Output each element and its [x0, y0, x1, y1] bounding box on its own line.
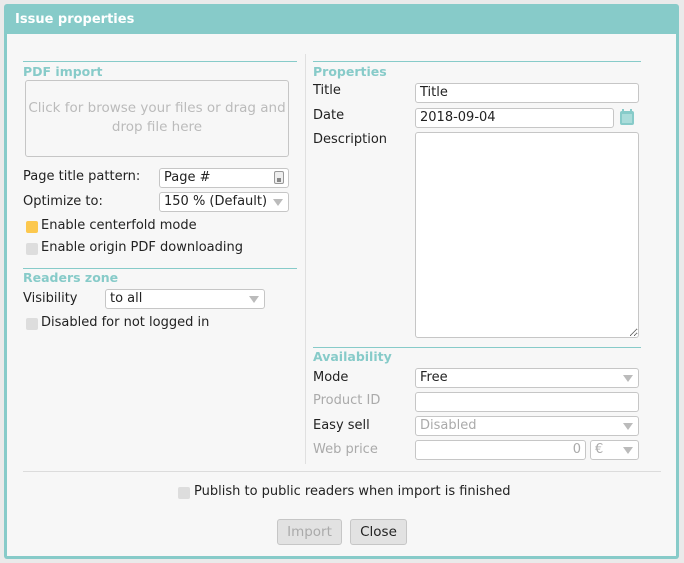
web-price-label: Web price	[313, 442, 378, 457]
chevron-down-icon	[623, 423, 633, 430]
easy-sell-value: Disabled	[420, 418, 477, 433]
chevron-down-icon	[273, 199, 283, 206]
disabled-not-logged-checkbox[interactable]	[26, 318, 38, 330]
page-title-pattern-value: Page #	[164, 170, 211, 185]
product-id-input[interactable]	[415, 392, 639, 412]
dialog-title: Issue properties	[15, 12, 135, 27]
title-label: Title	[313, 83, 341, 98]
easy-sell-select[interactable]: Disabled	[415, 416, 639, 436]
mode-value: Free	[420, 370, 448, 385]
pdf-import-heading: PDF import	[23, 64, 103, 79]
properties-heading: Properties	[313, 64, 387, 79]
readers-zone-heading: Readers zone	[23, 270, 119, 285]
optimize-value: 150 % (Default)	[164, 194, 268, 209]
currency-select[interactable]: €	[590, 440, 639, 460]
optimize-select[interactable]: 150 % (Default)	[159, 192, 289, 212]
properties-divider	[313, 61, 641, 62]
date-label: Date	[313, 108, 345, 123]
issue-properties-dialog: Issue properties PDF import Click for br…	[4, 4, 679, 559]
column-divider	[305, 54, 306, 464]
description-textarea[interactable]	[415, 132, 639, 338]
origin-pdf-checkbox[interactable]	[26, 243, 38, 255]
calendar-icon[interactable]	[620, 109, 634, 125]
mode-select[interactable]: Free	[415, 368, 639, 388]
pdf-dropzone[interactable]: Click for browse your files or drag and …	[25, 80, 289, 157]
pattern-tag-icon[interactable]	[274, 171, 284, 184]
origin-pdf-label: Enable origin PDF downloading	[41, 240, 243, 255]
publish-label: Publish to public readers when import is…	[194, 484, 511, 499]
import-button[interactable]: Import	[277, 519, 342, 545]
chevron-down-icon	[623, 447, 633, 454]
easy-sell-label: Easy sell	[313, 418, 370, 433]
date-input[interactable]: 2018-09-04	[415, 108, 614, 128]
chevron-down-icon	[249, 296, 259, 303]
dialog-content: PDF import Click for browse your files o…	[7, 34, 676, 556]
footer-divider	[23, 471, 661, 472]
page-title-pattern-input[interactable]: Page #	[159, 168, 289, 188]
web-price-input[interactable]: 0	[415, 440, 586, 460]
disabled-not-logged-label: Disabled for not logged in	[41, 315, 210, 330]
visibility-select[interactable]: to all	[105, 289, 265, 309]
centerfold-label: Enable centerfold mode	[41, 218, 197, 233]
readers-zone-divider	[23, 268, 297, 269]
centerfold-checkbox[interactable]	[26, 221, 38, 233]
visibility-value: to all	[110, 291, 143, 306]
optimize-label: Optimize to:	[23, 194, 103, 209]
description-label: Description	[313, 132, 388, 147]
currency-value: €	[595, 442, 604, 457]
pdf-import-divider	[23, 61, 297, 62]
page-title-pattern-label: Page title pattern:	[23, 169, 141, 184]
title-input[interactable]: Title	[415, 83, 639, 103]
availability-divider	[313, 347, 641, 348]
product-id-label: Product ID	[313, 393, 381, 408]
mode-label: Mode	[313, 370, 349, 385]
visibility-label: Visibility	[23, 291, 78, 306]
close-button[interactable]: Close	[350, 519, 407, 545]
chevron-down-icon	[623, 375, 633, 382]
publish-checkbox[interactable]	[178, 487, 190, 499]
availability-heading: Availability	[313, 349, 392, 364]
